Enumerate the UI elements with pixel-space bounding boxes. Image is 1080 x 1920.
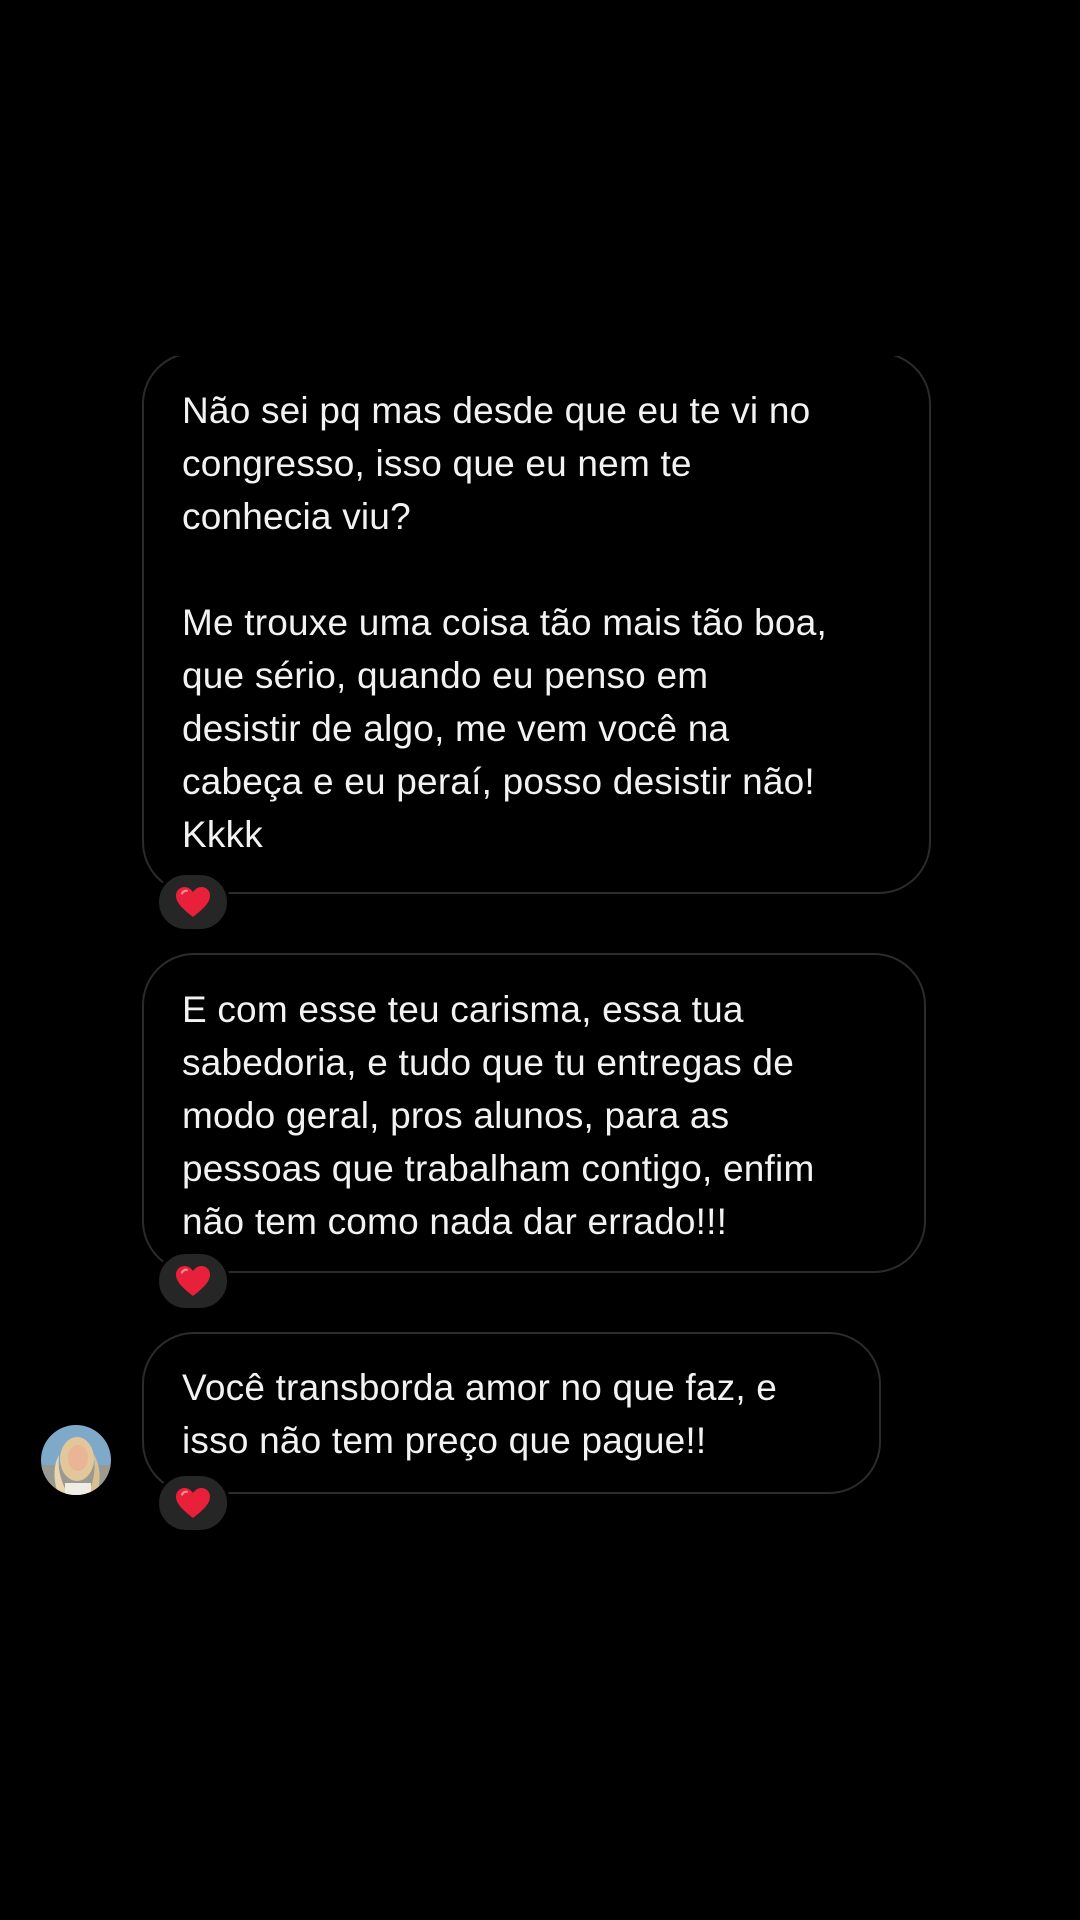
- heart-icon: [176, 887, 210, 917]
- avatar[interactable]: [41, 1425, 111, 1495]
- heart-icon: [176, 1488, 210, 1518]
- message-bubble[interactable]: Não sei pq mas desde que eu te vi no con…: [142, 352, 931, 894]
- message-reaction[interactable]: [156, 872, 230, 932]
- message-reaction[interactable]: [156, 1473, 230, 1533]
- avatar-photo: [41, 1425, 111, 1495]
- message-thread: Não sei pq mas desde que eu te vi no con…: [0, 0, 1080, 1920]
- message-bubble[interactable]: Você transborda amor no que faz, e isso …: [142, 1332, 881, 1494]
- heart-icon: [176, 1266, 210, 1296]
- message-bubble[interactable]: E com esse teu carisma, essa tua sabedor…: [142, 953, 926, 1273]
- message-reaction[interactable]: [156, 1251, 230, 1311]
- scroll-clip-edge: [130, 340, 940, 356]
